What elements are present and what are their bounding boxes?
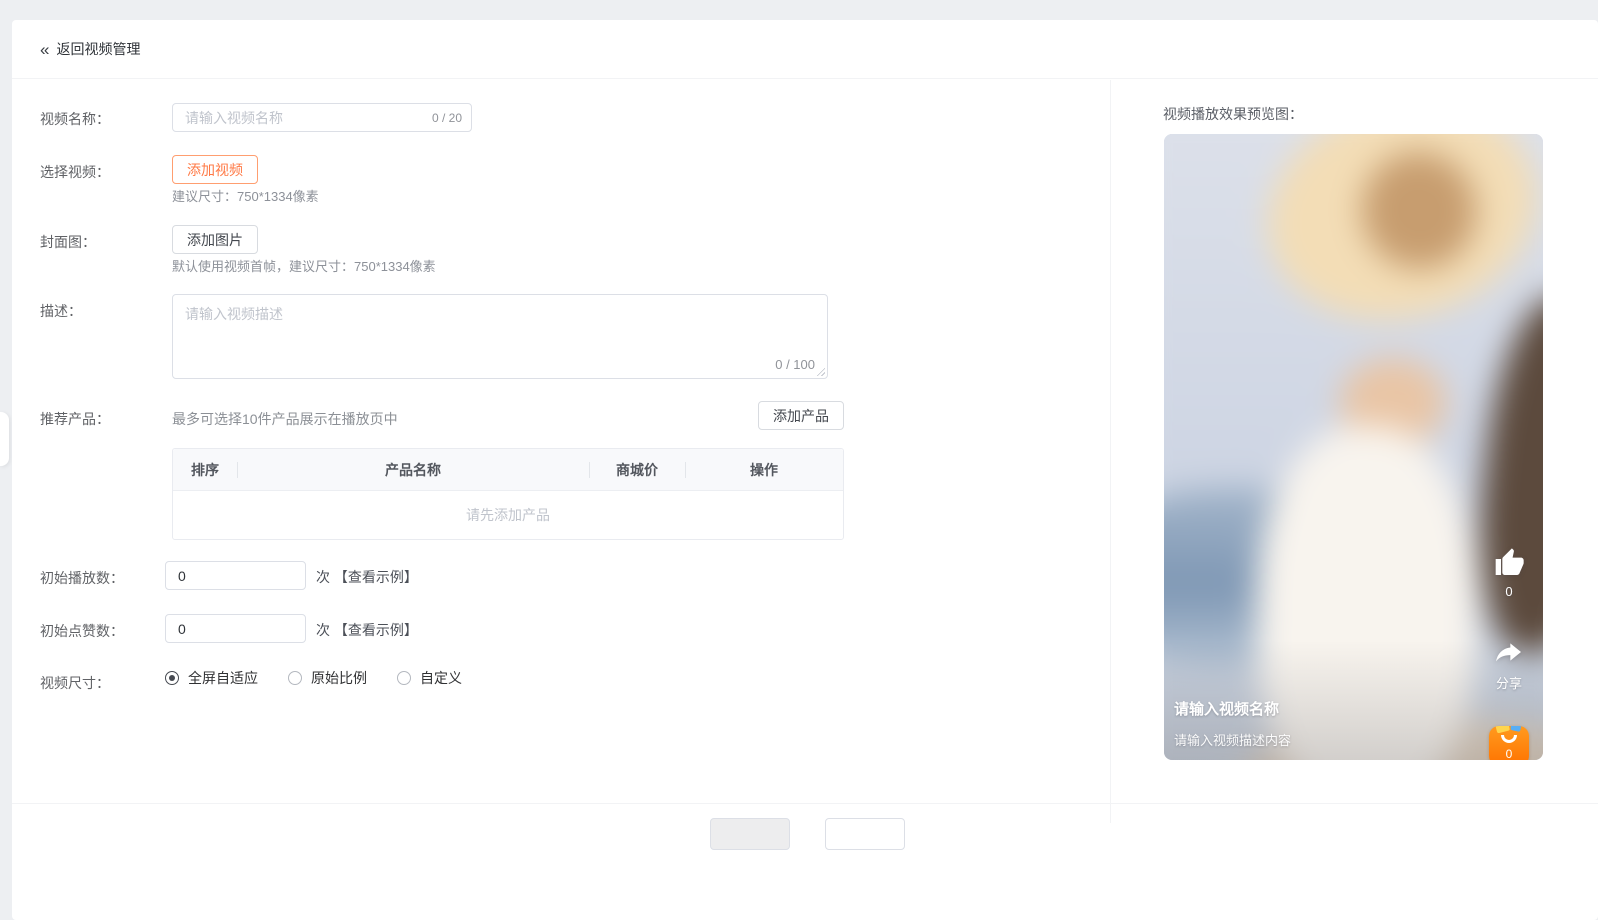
likes-example-link[interactable]: 【查看示例】 [334,622,418,638]
video-name-field: 0 / 20 [172,103,472,132]
bag-flag-yellow [1494,726,1511,734]
cover-hint: 默认使用视频首帧，建议尺寸：750*1334像素 [172,259,436,274]
products-label: 推荐产品： [40,411,110,427]
radio-fullscreen-fit[interactable]: 全屏自适应 [165,668,258,688]
preview-video-title: 请输入视频名称 [1174,701,1280,718]
share-label: 分享 [1495,676,1522,691]
video-dimension-label: 视频尺寸： [40,675,110,691]
add-product-button[interactable]: 添加产品 [758,401,844,430]
select-video-label: 选择视频： [40,164,110,180]
plays-unit: 次 [316,569,330,585]
back-label: 返回视频管理 [56,41,141,57]
back-chevrons-icon: « [40,39,50,59]
products-hint: 最多可选择10件产品展示在播放页中 [172,411,398,427]
column-header-price: 商城价 [589,460,685,480]
initial-plays-input[interactable] [165,561,306,590]
description-label: 描述： [40,303,82,319]
radio-unselected-icon [397,671,411,685]
video-edit-card: « 返回视频管理 视频名称： 0 / 20 选择视频： 添加视频 建议尺寸：75… [12,20,1598,920]
initial-plays-field [165,561,306,590]
video-name-label: 视频名称： [40,111,110,127]
video-size-radio-group: 全屏自适应 原始比例 自定义 [165,668,492,688]
initial-plays-suffix: 次 【查看示例】 [316,567,418,587]
cover-label: 封面图： [40,234,96,250]
video-name-input[interactable] [172,103,472,132]
products-empty-state: 请先添加产品 [466,507,550,523]
card-header: « 返回视频管理 [12,20,1598,79]
back-to-video-management[interactable]: « 返回视频管理 [40,39,140,59]
initial-plays-label: 初始播放数： [40,570,124,586]
shop-bag-icon[interactable]: 0 [1489,726,1529,760]
column-header-operation: 操作 [685,460,843,480]
column-header-sort: 排序 [191,461,219,478]
share-icon[interactable] [1493,636,1525,668]
initial-likes-input[interactable] [165,614,306,643]
video-size-hint: 建议尺寸：750*1334像素 [172,189,319,204]
radio-original-ratio[interactable]: 原始比例 [288,668,367,688]
add-video-button-label: 添加视频 [187,161,243,178]
description-textarea[interactable] [173,295,827,378]
radio-custom-label: 自定义 [420,670,462,686]
video-preview-frame: 0 分享 0 请输入视频名称 请输入视频描述内容 [1164,134,1543,760]
add-product-button-label: 添加产品 [773,407,829,424]
video-name-counter: 0 / 20 [431,110,462,125]
likes-unit: 次 [316,622,330,638]
preview-action-bar: 0 分享 0 [1489,547,1529,760]
sidebar-collapse-handle[interactable] [0,412,9,466]
column-header-name: 产品名称 [237,460,589,480]
preview-title: 视频播放效果预览图： [1163,106,1303,122]
radio-selected-icon [165,671,179,685]
radio-original-label: 原始比例 [311,670,367,686]
radio-unselected-icon [288,671,302,685]
initial-likes-label: 初始点赞数： [40,623,124,639]
video-form: 视频名称： 0 / 20 选择视频： 添加视频 建议尺寸：750*1334像素 … [12,80,1110,823]
preview-video-description: 请输入视频描述内容 [1174,733,1292,748]
like-count: 0 [1505,584,1513,599]
preview-panel: 视频播放效果预览图： 0 分享 0 请输入视频名称 请输入视频描述内容 [1110,80,1598,823]
description-counter: 0 / 100 [775,357,815,372]
description-field: 0 / 100 [172,294,828,379]
products-table: 排序 产品名称 商城价 操作 请先添加产品 [172,448,844,540]
bag-count: 0 [1505,747,1513,760]
initial-likes-field [165,614,306,643]
bag-flag-blue [1510,726,1522,732]
initial-likes-suffix: 次 【查看示例】 [316,620,418,640]
add-image-button-label: 添加图片 [187,231,243,248]
products-table-header: 排序 产品名称 商城价 操作 [173,449,843,491]
plays-example-link[interactable]: 【查看示例】 [334,569,418,585]
radio-custom[interactable]: 自定义 [397,668,462,688]
radio-fullscreen-label: 全屏自适应 [188,670,258,686]
add-video-button[interactable]: 添加视频 [172,155,258,184]
footer-divider [12,803,1598,804]
add-image-button[interactable]: 添加图片 [172,225,258,254]
like-icon[interactable] [1493,547,1525,579]
bag-handle [1501,735,1517,743]
